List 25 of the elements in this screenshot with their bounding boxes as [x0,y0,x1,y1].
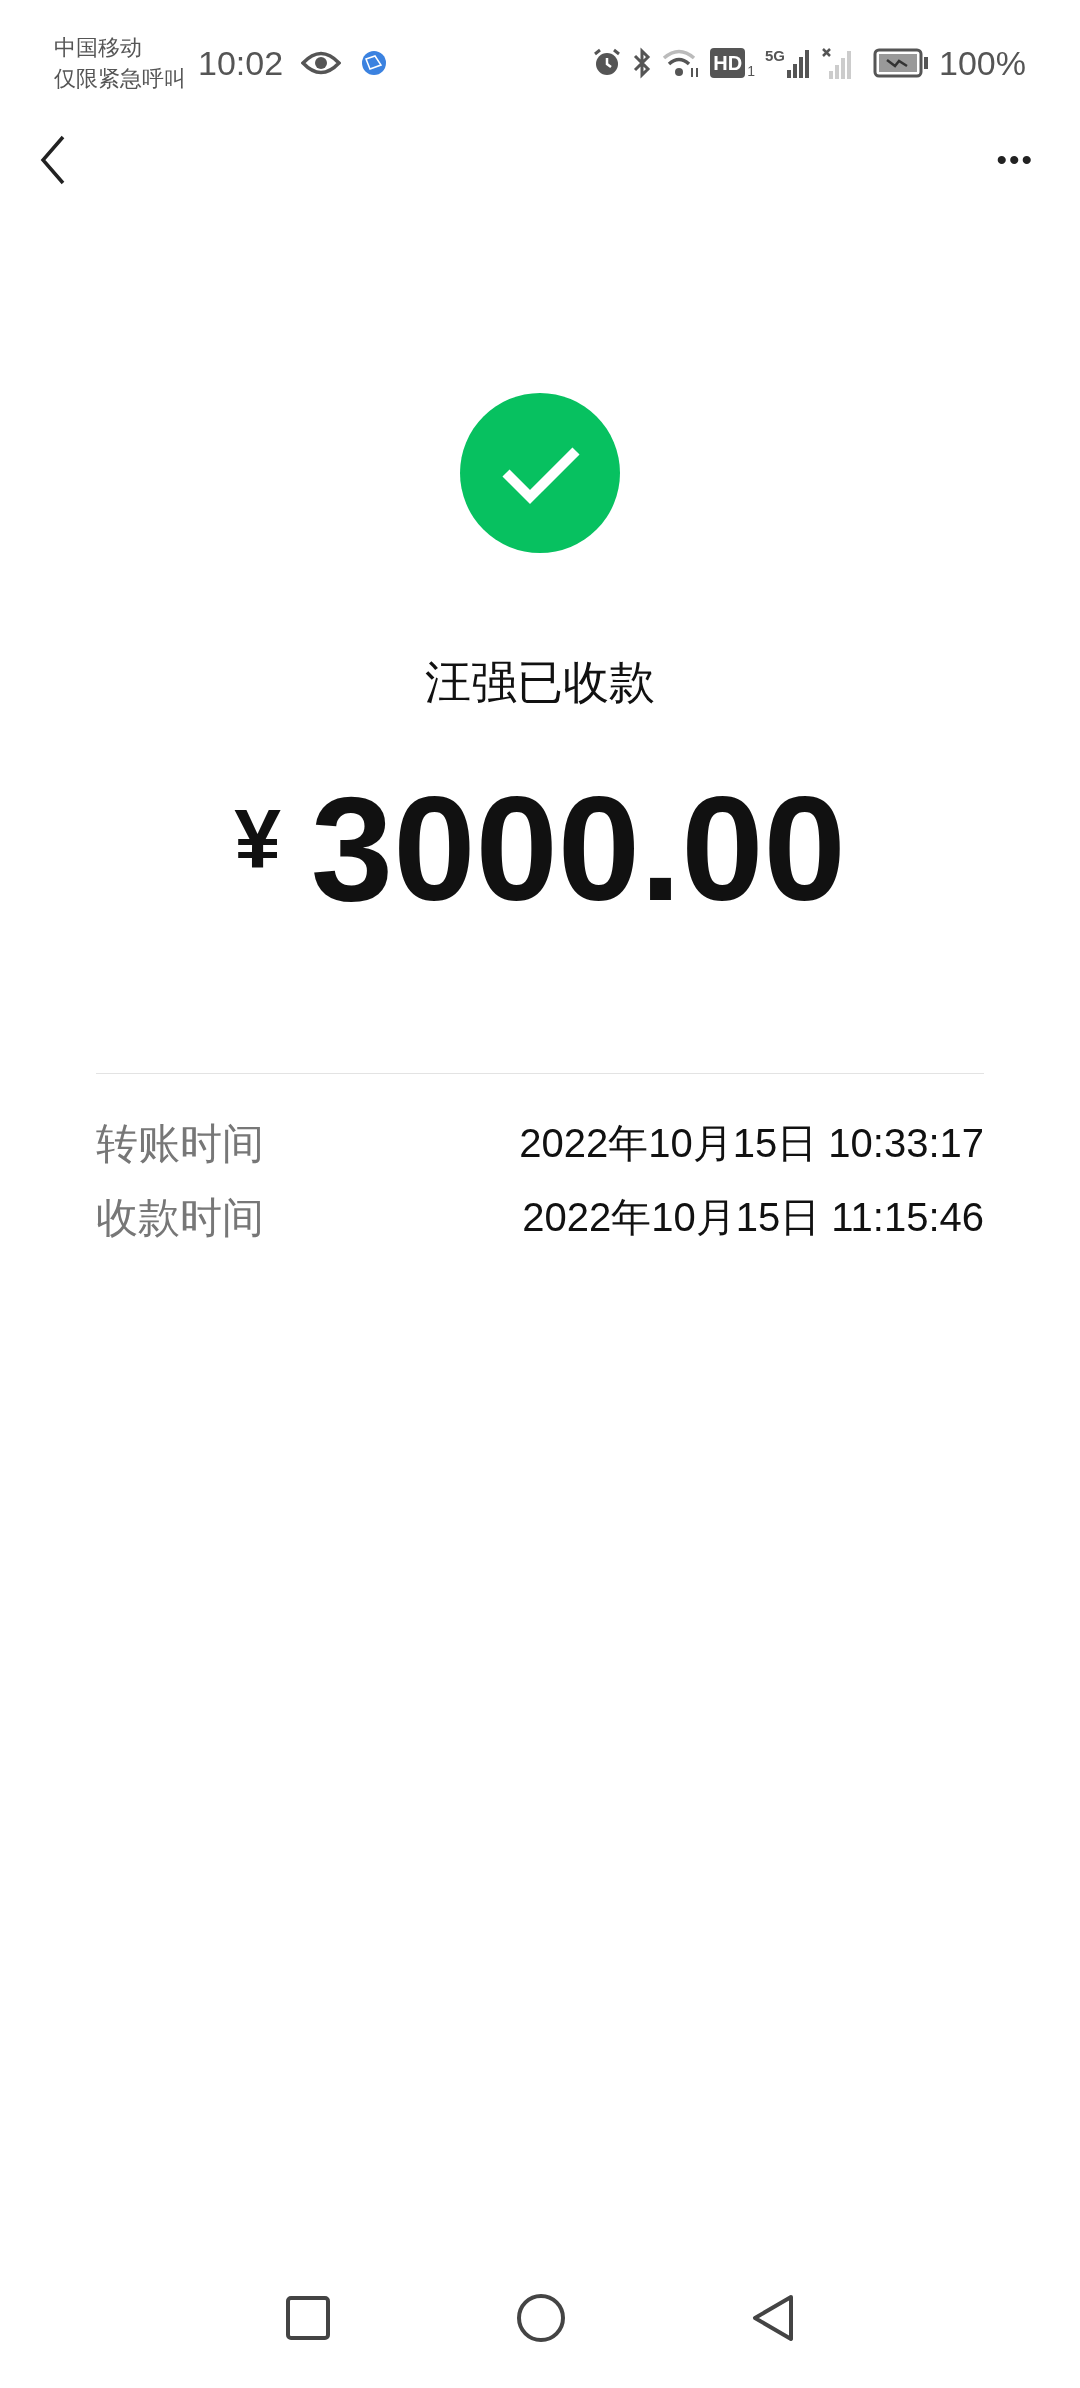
carrier-note: 仅限紧急呼叫 [54,65,186,93]
hd-badge: HD [710,48,746,78]
alarm-icon [592,48,623,78]
detail-value: 2022年10月15日 10:33:17 [519,1120,984,1167]
recents-icon[interactable] [285,2295,331,2341]
carrier-name: 中国移动 [54,34,143,62]
battery-level: 100% [939,42,1026,84]
detail-value: 2022年10月15日 11:15:46 [522,1194,984,1241]
network-type: 5G [765,48,786,63]
wifi-icon [662,48,701,78]
detail-label: 收款时间 [96,1192,264,1243]
battery-icon [873,48,930,78]
detail-label: 转账时间 [96,1118,264,1169]
amount: 3000.00 [310,775,846,923]
bluetooth-icon [632,47,653,79]
success-check-icon [460,393,620,553]
clock: 10:02 [198,42,284,84]
currency-symbol: ¥ [234,797,281,881]
back-nav-icon[interactable] [751,2293,795,2343]
sim-number: 1 [747,64,755,78]
payee-status: 汪强已收款 [425,659,655,705]
home-icon[interactable] [516,2293,566,2343]
signal-icon [785,48,812,78]
more-button[interactable]: ••• [996,145,1040,175]
eye-icon [301,50,342,76]
